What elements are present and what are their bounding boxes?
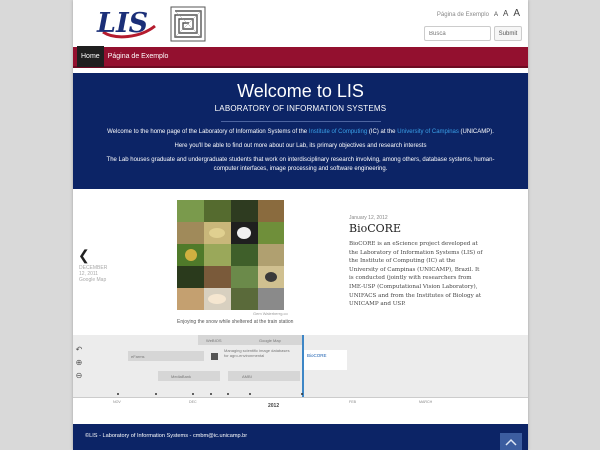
timeline-dot[interactable] xyxy=(210,393,212,395)
timeline-axis[interactable]: NOV DEC FEB MARCH 2012 xyxy=(73,397,528,411)
timeline-event-label[interactable]: Google Map xyxy=(256,335,281,345)
timeline-event-label[interactable]: WeBIOS xyxy=(203,335,222,345)
previous-slide-date: DECEMBER 12, 2011 xyxy=(79,265,108,277)
welcome-banner: Welcome to LIS LABORATORY OF INFORMATION… xyxy=(73,73,528,189)
font-small-button[interactable]: A xyxy=(494,12,498,18)
zoom-out-icon[interactable]: ⊖ xyxy=(73,369,85,381)
event-thumbnail[interactable] xyxy=(211,353,218,360)
font-size-controls: Página de Exemplo A A A xyxy=(437,8,520,19)
divider xyxy=(220,121,381,122)
timeline-current-event[interactable]: BioCORE xyxy=(304,350,347,370)
intro-text: Welcome to the home page of the Laborato… xyxy=(107,129,309,135)
submit-button[interactable]: Submit xyxy=(494,26,522,41)
timeline-event-label[interactable]: AMBI xyxy=(239,371,252,381)
timeline-event-label[interactable]: eFarms xyxy=(128,351,145,361)
header: LIS Página de Exemplo A A A Submit xyxy=(73,0,528,47)
university-link[interactable]: University of Campinas xyxy=(397,129,459,135)
slide-description: BioCORE is an eScience project developed… xyxy=(349,241,483,308)
month-tick: MARCH xyxy=(419,400,433,404)
month-tick: FEB xyxy=(349,400,356,404)
footer: ©LIS - Laboratory of Information Systems… xyxy=(73,424,528,450)
footer-text: ©LIS - Laboratory of Information Systems… xyxy=(85,433,248,439)
previous-slide-icon[interactable]: ❮ xyxy=(78,247,90,264)
timeline-dot[interactable] xyxy=(117,393,119,395)
timeline-dot[interactable] xyxy=(227,393,229,395)
previous-slide-preview[interactable]: DECEMBER 12, 2011 Google Map xyxy=(79,265,109,283)
timeline-event-label[interactable]: MediaBank xyxy=(168,371,191,381)
biodiversity-collage-image xyxy=(177,200,284,310)
featured-slider: ❮ DECEMBER 12, 2011 Google Map Gem Waler… xyxy=(73,189,528,335)
font-ctrl-label[interactable]: Página de Exemplo xyxy=(437,12,489,18)
intro-paragraph: Welcome to the home page of the Laborato… xyxy=(103,128,498,137)
welcome-title: Welcome to LIS xyxy=(237,81,364,101)
logo-text: LIS xyxy=(96,8,148,39)
timeline-dot[interactable] xyxy=(249,393,251,395)
institute-link[interactable]: Institute of Computing xyxy=(309,129,367,135)
nav-item-home[interactable]: Home xyxy=(77,46,104,67)
back-to-top-button[interactable] xyxy=(500,433,522,450)
previous-slide-title: Google Map xyxy=(79,277,107,283)
slide-date: January 12, 2012 xyxy=(349,215,388,221)
month-tick: NOV xyxy=(113,400,121,404)
nav-item-pagina-exemplo[interactable]: Página de Exemplo xyxy=(104,46,173,67)
main-nav: Home Página de Exemplo xyxy=(73,46,528,68)
intro-text: (IC) at the xyxy=(367,129,398,135)
timeline-tools: ↶ ⊕ ⊖ xyxy=(73,343,87,382)
month-tick: DEC xyxy=(189,400,197,404)
timeline-dot[interactable] xyxy=(192,393,194,395)
font-large-button[interactable]: A xyxy=(513,8,520,19)
about-paragraph: Here you'll be able to find out more abo… xyxy=(174,143,427,149)
font-medium-button[interactable]: A xyxy=(503,9,508,18)
image-caption: Enjoying the snow while sheltered at the… xyxy=(177,319,294,325)
timeline-dot[interactable] xyxy=(155,393,157,395)
chevron-up-icon xyxy=(505,438,517,446)
zoom-in-icon[interactable]: ⊕ xyxy=(73,356,85,368)
page: LIS Página de Exemplo A A A Submit Home … xyxy=(73,0,528,450)
timeline-year: 2012 xyxy=(268,403,280,409)
intro-text: (UNICAMP). xyxy=(458,129,494,135)
welcome-subtitle: LABORATORY OF INFORMATION SYSTEMS xyxy=(214,104,387,113)
lis-logo[interactable]: LIS xyxy=(85,4,225,44)
research-paragraph: The Lab houses graduate and undergraduat… xyxy=(106,157,495,172)
timeline-event-label[interactable]: Managing scientific image databases for … xyxy=(221,348,291,365)
timeline-dot[interactable] xyxy=(301,393,303,395)
search-input[interactable] xyxy=(424,26,491,41)
back-arrow-icon[interactable]: ↶ xyxy=(73,343,85,355)
slide-title[interactable]: BioCORE xyxy=(349,222,401,235)
timeline[interactable]: ↶ ⊕ ⊖ WeBIOS Google Map eFarms Managing … xyxy=(73,335,528,411)
image-credit: Gem Walerberrg.co xyxy=(253,311,288,316)
